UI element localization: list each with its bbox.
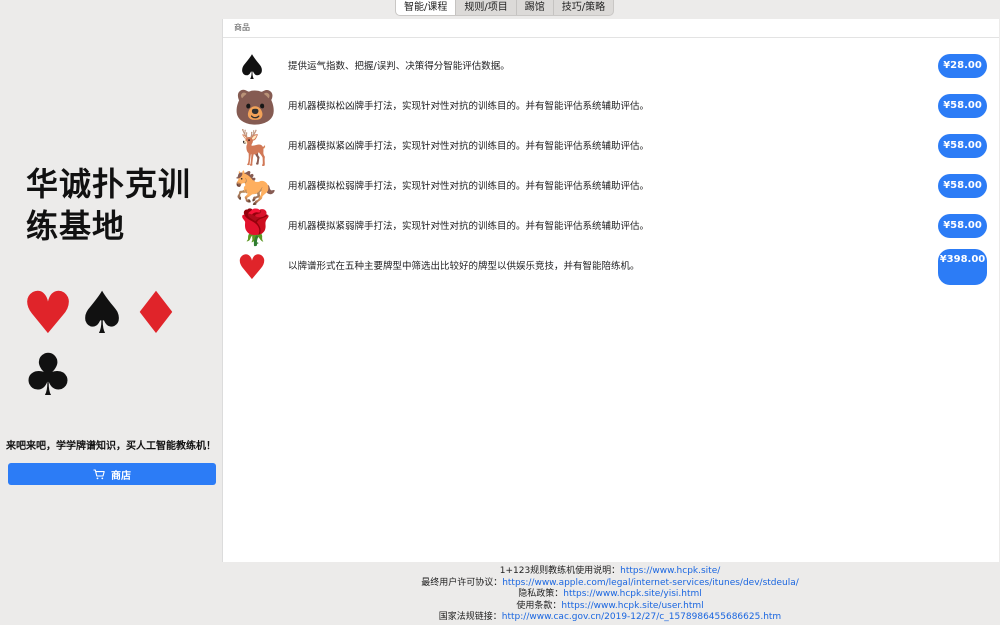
product-row: ♥ 以牌谱形式在五种主要牌型中筛选出比较好的牌型以供娱乐竞技，并有智能陪练机。 … [223,247,999,287]
footer-line: 使用条款：https://www.hcpk.site/user.html [222,601,998,613]
product-description: 用机器模拟松弱牌手打法，实现针对性对抗的训练目的。并有智能评估系统辅助评估。 [288,181,650,192]
product-row: 🦌 用机器模拟紧凶牌手打法，实现针对性对抗的训练目的。并有智能评估系统辅助评估。… [223,127,999,167]
price-button[interactable]: ¥398.00 [938,249,987,285]
price-button[interactable]: ¥58.00 [938,94,987,118]
footer-label: 1+123规则教练机使用说明： [499,566,621,576]
top-tab-bar: 智能/课程 规则/项目 踢馆 技巧/策略 [395,0,615,16]
suit-icons: ♥♠♦ ♣ [22,282,212,406]
price-button[interactable]: ¥28.00 [938,54,987,78]
footer-label: 隐私政策： [518,589,564,599]
price-button[interactable]: ¥58.00 [938,214,987,238]
app-title: 华诚扑克训练基地 [26,165,192,245]
footer-link[interactable]: https://www.hcpk.site/user.html [561,601,703,611]
footer-line: 国家法规链接：http://www.cac.gov.cn/2019-12/27/… [222,612,998,624]
footer: 1+123规则教练机使用说明：https://www.hcpk.site/ 最终… [222,566,998,624]
footer-label: 国家法规链接： [438,612,502,622]
tab-challenge[interactable]: 踢馆 [515,0,553,15]
footer-line: 1+123规则教练机使用说明：https://www.hcpk.site/ [222,566,998,578]
footer-label: 最终用户许可协议： [421,577,503,588]
tab-strategy[interactable]: 技巧/策略 [552,0,613,15]
deer-icon: 🦌 [234,128,277,168]
footer-link[interactable]: https://www.hcpk.site/ [620,566,720,576]
heart-suit-icon: ♥ [22,279,74,347]
slogan-text: 来吧来吧，学学牌谱知识，买人工智能教练机！ [6,441,216,452]
product-row: 🐎 用机器模拟松弱牌手打法，实现针对性对抗的训练目的。并有智能评估系统辅助评估。… [223,167,999,207]
product-description: 提供运气指数、把握/误判、决策得分智能评估数据。 [288,61,510,72]
product-description: 用机器模拟紧凶牌手打法，实现针对性对抗的训练目的。并有智能评估系统辅助评估。 [288,141,650,152]
footer-line: 隐私政策：https://www.hcpk.site/yisi.html [222,589,998,601]
footer-link[interactable]: https://www.hcpk.site/yisi.html [563,589,701,599]
tab-courses[interactable]: 智能/课程 [396,0,456,15]
heart-icon: ♥ [236,248,268,288]
club-suit-icon: ♣ [22,341,74,409]
section-header: 商品 [223,19,999,38]
sidebar: 华诚扑克训练基地 ♥♠♦ ♣ 来吧来吧，学学牌谱知识，买人工智能教练机！ 商店 [0,0,222,625]
rose-icon: 🌹 [234,208,277,248]
footer-link[interactable]: https://www.apple.com/legal/internet-ser… [502,578,799,588]
price-button[interactable]: ¥58.00 [938,174,987,198]
product-description: 以牌谱形式在五种主要牌型中筛选出比较好的牌型以供娱乐竞技，并有智能陪练机。 [288,261,640,272]
horse-icon: 🐎 [234,168,277,208]
product-row: ♠ 提供运气指数、把握/误判、决策得分智能评估数据。 ¥28.00 [223,47,999,87]
price-button[interactable]: ¥58.00 [938,134,987,158]
spade-suit-icon: ♠ [76,279,128,347]
tab-rules[interactable]: 规则/项目 [455,0,515,15]
product-description: 用机器模拟紧弱牌手打法，实现针对性对抗的训练目的。并有智能评估系统辅助评估。 [288,221,650,232]
product-row: 🌹 用机器模拟紧弱牌手打法，实现针对性对抗的训练目的。并有智能评估系统辅助评估。… [223,207,999,247]
footer-link[interactable]: http://www.cac.gov.cn/2019-12/27/c_15789… [502,612,781,622]
bear-icon: 🐻 [234,88,277,128]
shop-button[interactable]: 商店 [8,463,216,485]
product-row: 🐻 用机器模拟松凶牌手打法，实现针对性对抗的训练目的。并有智能评估系统辅助评估。… [223,87,999,127]
product-panel: 商品 ♠ 提供运气指数、把握/误判、决策得分智能评估数据。 ¥28.00 🐻 用… [222,19,999,562]
footer-line: 最终用户许可协议：https://www.apple.com/legal/int… [222,578,998,590]
footer-label: 使用条款： [516,600,562,611]
product-description: 用机器模拟松凶牌手打法，实现针对性对抗的训练目的。并有智能评估系统辅助评估。 [288,101,650,112]
cart-icon [93,468,105,479]
shop-button-label: 商店 [111,470,131,482]
spade-icon: ♠ [236,48,268,88]
diamond-suit-icon: ♦ [130,279,182,347]
